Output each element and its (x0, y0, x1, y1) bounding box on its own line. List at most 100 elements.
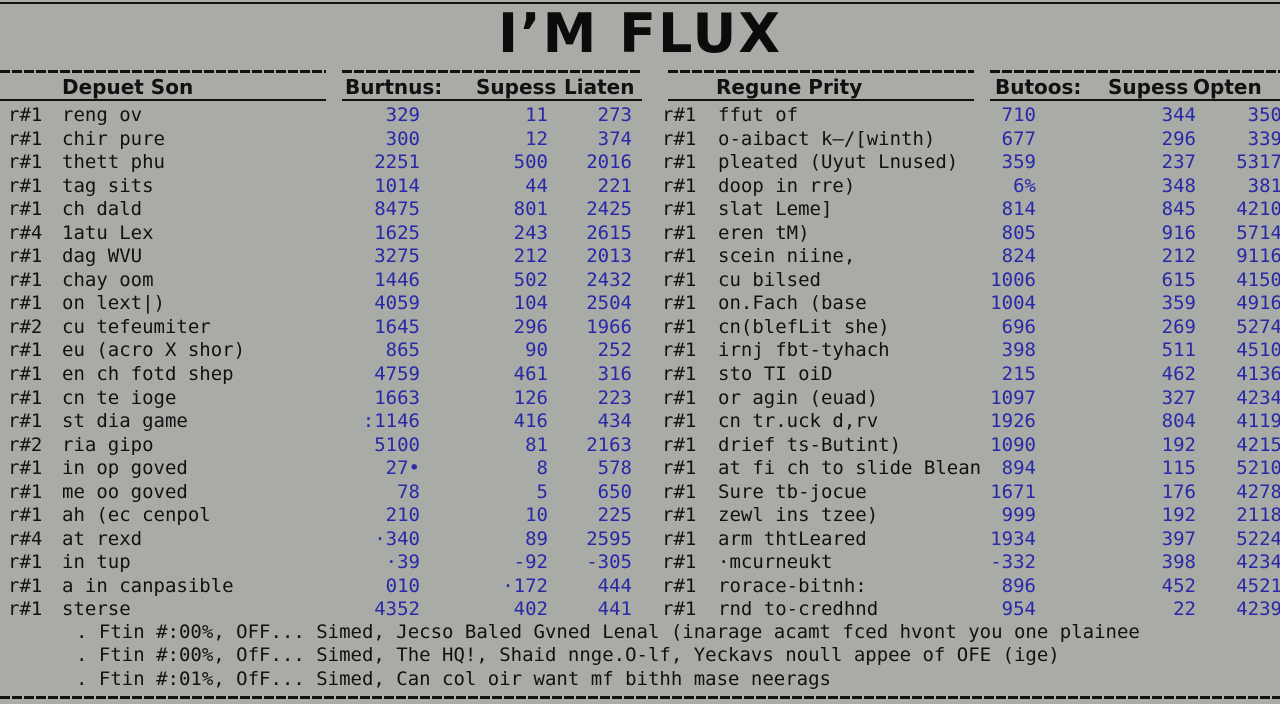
table-row: r#1 tag sits 1014 44 221 (0, 175, 640, 199)
row-value-1: 1097 (990, 386, 1036, 409)
row-name: cn te ioge (62, 386, 177, 409)
right-header-col2: Supess (1108, 75, 1189, 99)
right-header-col1: Butoos: (995, 75, 1082, 99)
row-rank: r#1 (662, 457, 697, 480)
row-name: irnj fbt-tyhach (718, 339, 890, 362)
row-name: scein niine, (718, 245, 856, 268)
row-name: pleated (Uyut Lnused) (718, 151, 959, 174)
row-name: sto TI oiD (718, 363, 833, 386)
row-value-1: 805 (1001, 221, 1036, 244)
note-line: . Ftin #:00%, OfF... Simed, The HQ!, Sha… (76, 644, 1060, 667)
row-value-1: 78 (397, 480, 420, 503)
row-value-2: 12 (525, 127, 548, 150)
table-row: r#1 sterse 4352 402 441 (0, 598, 640, 622)
row-value-2: 502 (513, 268, 548, 291)
row-name: chir pure (62, 127, 165, 150)
row-value-2: 126 (513, 386, 548, 409)
row-value-1: 398 (1001, 339, 1036, 362)
table-row: r#1 pleated (Uyut Lnused) 359 237 5317 (658, 151, 1280, 175)
row-value-2: 296 (513, 315, 548, 338)
row-value-1: 1926 (990, 410, 1036, 433)
row-value-1: 329 (385, 104, 420, 126)
row-name: cu tefeumiter (62, 315, 211, 338)
row-value-2: 243 (513, 221, 548, 244)
page-title: I’M FLUX (498, 2, 782, 65)
row-value-2: 500 (513, 151, 548, 174)
row-value-1: 1006 (990, 268, 1036, 291)
row-value-1: 3275 (374, 245, 420, 268)
header-underline (990, 99, 1280, 101)
left-header-name: Depuet Son (62, 75, 194, 99)
table-row: r#1 rorace-bitnh: 896 452 4521 (658, 575, 1280, 599)
table-row: r#1 ·mcurneukt -332 398 4234 (658, 551, 1280, 575)
row-value-1: 824 (1001, 245, 1036, 268)
table-row: r#1 sto TI oiD 215 462 4136 (658, 363, 1280, 387)
row-rank: r#1 (8, 480, 43, 503)
row-value-3: 578 (597, 457, 632, 480)
row-name: ffut of (718, 104, 799, 126)
row-value-3: 4136 (1236, 363, 1280, 386)
row-value-1: ·39 (385, 551, 420, 574)
row-value-3: 339 (1247, 127, 1280, 150)
row-name: en ch fotd shep (62, 363, 234, 386)
row-value-3: 2425 (586, 198, 632, 221)
row-value-2: 416 (513, 410, 548, 433)
row-rank: r#1 (662, 268, 697, 291)
row-value-1: ·340 (374, 527, 420, 550)
table-row: r#4 1atu Lex 1625 243 2615 (0, 222, 640, 246)
row-value-1: 710 (1001, 104, 1036, 126)
row-value-3: 2163 (586, 433, 632, 456)
row-value-3: 252 (597, 339, 632, 362)
right-header-col3: Opten (1193, 75, 1262, 99)
bottom-rule (0, 696, 1280, 699)
row-value-3: 4210 (1236, 198, 1280, 221)
row-value-1: 210 (385, 504, 420, 527)
row-value-1: 896 (1001, 574, 1036, 597)
row-rank: r#1 (662, 598, 697, 621)
row-value-2: 22 (1173, 598, 1196, 621)
row-value-2: -92 (513, 551, 548, 574)
row-value-2: 90 (525, 339, 548, 362)
row-value-3: 2432 (586, 268, 632, 291)
row-rank: r#1 (662, 339, 697, 362)
row-value-3: 4150 (1236, 268, 1280, 291)
row-name: in tup (62, 551, 131, 574)
row-name: rorace-bitnh: (718, 574, 867, 597)
row-rank: r#1 (8, 551, 43, 574)
row-value-2: 916 (1161, 221, 1196, 244)
row-value-2: 5 (536, 480, 548, 503)
row-value-1: 1625 (374, 221, 420, 244)
header-rule (0, 70, 326, 73)
row-value-1: 6% (1013, 174, 1036, 197)
row-value-3: 4234 (1236, 551, 1280, 574)
row-value-2: 192 (1161, 433, 1196, 456)
row-value-1: 677 (1001, 127, 1036, 150)
row-value-2: 348 (1161, 174, 1196, 197)
row-value-3: 2118 (1236, 504, 1280, 527)
table-row: r#1 dag WVU 3275 212 2013 (0, 245, 640, 269)
row-value-2: 192 (1161, 504, 1196, 527)
row-value-3: 2504 (586, 292, 632, 315)
row-value-2: 801 (513, 198, 548, 221)
row-value-3: 374 (597, 127, 632, 150)
row-rank: r#1 (8, 386, 43, 409)
row-rank: r#1 (8, 339, 43, 362)
row-name: ria gipo (62, 433, 154, 456)
row-value-2: 452 (1161, 574, 1196, 597)
row-value-1: 4352 (374, 598, 420, 621)
row-rank: r#2 (8, 433, 43, 456)
row-value-3: 2595 (586, 527, 632, 550)
row-rank: r#1 (8, 174, 43, 197)
row-value-2: 89 (525, 527, 548, 550)
row-value-3: 5210 (1236, 457, 1280, 480)
row-value-2: 269 (1161, 315, 1196, 338)
row-value-3: 434 (597, 410, 632, 433)
row-rank: r#4 (8, 221, 43, 244)
table-row: r#1 on lext|) 4059 104 2504 (0, 292, 640, 316)
row-value-1: -332 (990, 551, 1036, 574)
row-value-2: 359 (1161, 292, 1196, 315)
row-name: 1atu Lex (62, 221, 154, 244)
row-value-3: 225 (597, 504, 632, 527)
row-value-2: 10 (525, 504, 548, 527)
table-row: r#1 ch dald 8475 801 2425 (0, 198, 640, 222)
